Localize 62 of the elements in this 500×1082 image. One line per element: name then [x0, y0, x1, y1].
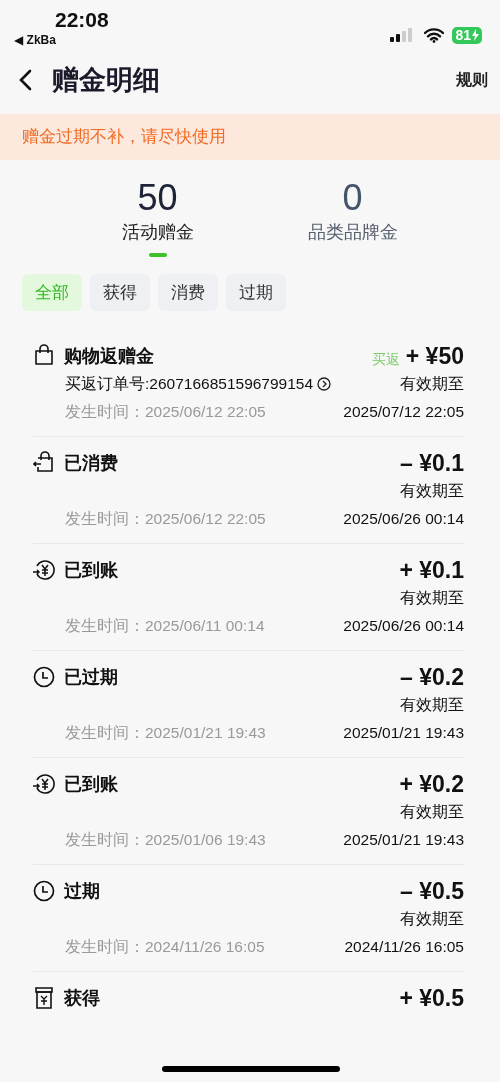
shopping-bag-icon — [33, 344, 55, 368]
occurred-label: 发生时间： — [65, 402, 145, 420]
record-title: 已到账 — [64, 559, 118, 582]
back-to-app-link[interactable]: ◀ ZkBa — [14, 32, 56, 48]
clock-icon — [33, 879, 55, 903]
expiry-label: 有效期至 — [400, 694, 464, 715]
record-amount: + ¥0.2 — [399, 770, 464, 798]
charging-bolt-icon — [472, 29, 479, 41]
balance-tab[interactable]: 50 活动赠金 — [60, 178, 255, 274]
occurred-label: 发生时间： — [65, 509, 145, 527]
wifi-icon — [424, 27, 445, 43]
expiry-time: 2025/06/26 00:14 — [343, 617, 464, 635]
yen-circle-icon — [33, 558, 55, 582]
clock-time: 22:08 — [55, 8, 109, 32]
expiry-label: 有效期至 — [400, 801, 464, 822]
filter-chip[interactable]: 消费 — [158, 274, 218, 311]
occurred-time: 2025/01/21 19:43 — [145, 723, 266, 741]
record-title: 购物返赠金 — [64, 345, 154, 368]
order-number: 买返订单号:2607166851596799154 — [65, 373, 314, 394]
record-amount: + ¥50 — [405, 342, 464, 370]
record-tag: 买返 — [371, 350, 400, 369]
record-amount: – ¥0.5 — [400, 877, 464, 905]
record-amount: + ¥0.1 — [399, 556, 464, 584]
expiry-time: 2024/11/26 16:05 — [344, 938, 464, 956]
expiry-time: 2025/06/26 00:14 — [343, 510, 464, 528]
balance-tab[interactable]: 0 品类品牌金 — [255, 178, 450, 274]
battery-indicator: 81 — [452, 26, 482, 44]
occurred-time: 2025/06/11 00:14 — [145, 616, 265, 634]
occurred-time: 2025/06/12 22:05 — [145, 509, 266, 527]
expiry-label: 有效期至 — [400, 587, 464, 608]
occurred-time: 2024/11/26 16:05 — [145, 937, 265, 955]
expiry-label: 有效期至 — [400, 480, 464, 501]
expiry-time: 2025/01/21 19:43 — [343, 831, 464, 849]
record-amount: – ¥0.1 — [400, 449, 464, 477]
record-title: 获得 — [64, 987, 100, 1010]
yen-circle-icon — [33, 772, 55, 796]
record-title: 已消费 — [64, 452, 118, 475]
record-title: 已到账 — [64, 773, 118, 796]
record-amount: + ¥0.5 — [399, 984, 464, 1012]
occurred-time: 2025/06/12 22:05 — [145, 402, 266, 420]
yen-box-icon — [33, 986, 55, 1010]
record-title: 过期 — [64, 880, 100, 903]
back-icon[interactable] — [18, 69, 34, 91]
expiry-label: 有效期至 — [400, 373, 464, 394]
rules-link[interactable]: 规则 — [456, 69, 488, 91]
occurred-label: 发生时间： — [65, 616, 145, 634]
filter-chip[interactable]: 过期 — [226, 274, 286, 311]
expiry-time: 2025/07/12 22:05 — [343, 403, 464, 421]
occurred-time: 2025/01/06 19:43 — [145, 830, 266, 848]
filter-chip[interactable]: 获得 — [90, 274, 150, 311]
occurred-label: 发生时间： — [65, 723, 145, 741]
page-title: 赠金明细 — [52, 64, 161, 97]
occurred-label: 发生时间： — [65, 937, 145, 955]
notice-text: 赠金过期不补，请尽快使用 — [22, 127, 226, 146]
record-title: 已过期 — [64, 666, 118, 689]
clock-icon — [33, 665, 55, 689]
occurred-label: 发生时间： — [65, 830, 145, 848]
chevron-circle-icon[interactable] — [317, 377, 332, 391]
bag-return-icon — [33, 451, 55, 475]
record-amount: – ¥0.2 — [400, 663, 464, 691]
expiry-time: 2025/01/21 19:43 — [343, 724, 464, 742]
expiry-label: 有效期至 — [400, 908, 464, 929]
